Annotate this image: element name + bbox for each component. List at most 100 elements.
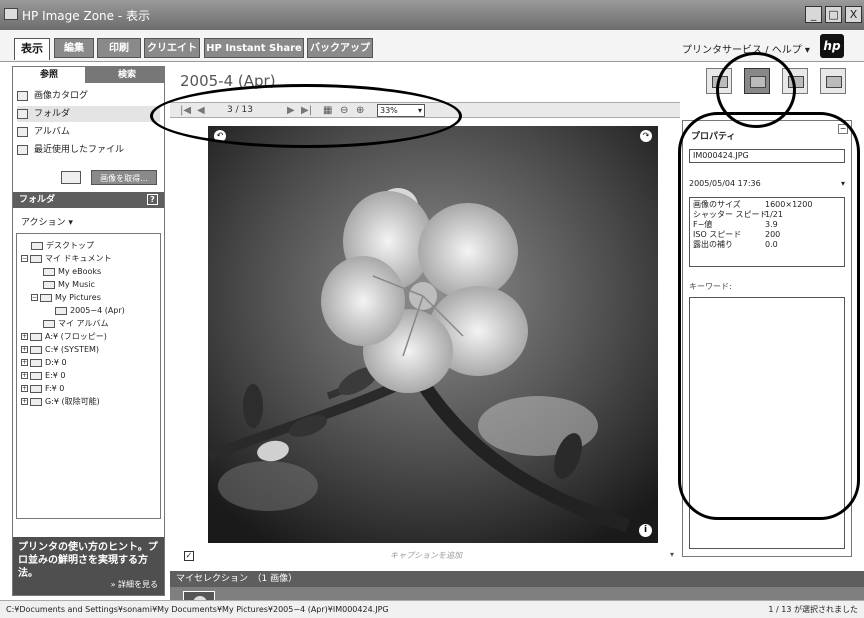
- collapse-button[interactable]: −: [838, 124, 848, 134]
- exif-label: ISO スピード: [693, 230, 742, 239]
- tree-node-label: G:¥ (取除可能): [45, 397, 100, 406]
- fullscreen-view-icon[interactable]: [782, 68, 808, 94]
- tree-node[interactable]: − マイ ドキュメント: [21, 253, 112, 265]
- tree-node[interactable]: − My Pictures: [31, 292, 101, 304]
- tree-expander-icon[interactable]: +: [21, 346, 28, 353]
- zoom-out-icon[interactable]: ⊖: [340, 105, 348, 116]
- grid-icon[interactable]: ▦: [323, 105, 332, 116]
- tree-expander-icon[interactable]: −: [31, 294, 38, 301]
- keyword-label: キーワード:: [689, 282, 732, 291]
- action-menu[interactable]: アクション ▾: [21, 215, 73, 228]
- keyword-textarea[interactable]: [689, 297, 845, 549]
- tree-node[interactable]: + C:¥ (SYSTEM): [21, 344, 99, 356]
- folder-icon: [43, 319, 55, 328]
- zoom-select[interactable]: 33%: [377, 104, 425, 117]
- status-bar: C:¥Documents and Settings¥sonami¥My Docu…: [0, 600, 864, 618]
- prev-image-button[interactable]: ◀: [197, 105, 205, 116]
- tree-node[interactable]: マイ アルバム: [43, 318, 108, 330]
- info-icon[interactable]: i: [639, 524, 652, 537]
- exif-value: 200: [765, 230, 781, 239]
- catalog-icon: [17, 90, 28, 101]
- tree-node-label: My eBooks: [58, 267, 102, 276]
- tree-expander-icon[interactable]: +: [21, 385, 28, 392]
- tree-node-label: D:¥ 0: [45, 358, 67, 367]
- help-menu[interactable]: プリンタサービス / ヘルプ ▾: [682, 41, 810, 56]
- tab-create[interactable]: クリエイト: [144, 38, 200, 58]
- tab-browse[interactable]: 参照: [13, 67, 85, 83]
- thumbnail-view-icon[interactable]: [706, 68, 732, 94]
- zoom-in-icon[interactable]: ⊕: [356, 105, 364, 116]
- tree-expander-icon[interactable]: +: [21, 359, 28, 366]
- date-dropdown-arrow[interactable]: ▾: [841, 179, 845, 188]
- exif-label: シャッター スピード: [693, 210, 768, 219]
- status-path: C:¥Documents and Settings¥sonami¥My Docu…: [6, 605, 389, 614]
- tree-node-label: F:¥ 0: [45, 384, 65, 393]
- tree-node[interactable]: My Music: [43, 279, 95, 291]
- nav-image-catalog[interactable]: 画像カタログ: [17, 88, 88, 104]
- exif-table: 画像のサイズ 1600×1200 シャッター スピード 1/21 F−値 3.9 ISO ス…: [689, 197, 845, 267]
- tree-expander-icon[interactable]: −: [21, 255, 28, 262]
- rotate-right-icon[interactable]: ↷: [640, 130, 652, 142]
- single-image-view-icon[interactable]: [744, 68, 770, 94]
- hint-text: プリンタの使い方のヒント。プロ並みの鮮明さを実現する方法。: [18, 542, 158, 579]
- nav-recent-files[interactable]: 最近使用したファイル: [17, 142, 124, 158]
- tree-node[interactable]: デスクトップ: [31, 240, 94, 252]
- tab-print[interactable]: 印刷: [97, 38, 141, 58]
- tree-node[interactable]: My eBooks: [43, 266, 101, 278]
- nav-label: フォルダ: [34, 109, 71, 119]
- next-image-button[interactable]: ▶: [287, 105, 295, 116]
- exif-row: ISO スピード 200: [693, 230, 841, 240]
- folder-panel-header: フォルダ ?: [13, 192, 164, 208]
- tree-node-label: E:¥ 0: [45, 371, 66, 380]
- tree-node[interactable]: 2005−4 (Apr): [55, 305, 125, 317]
- caption-input[interactable]: キャプションを追加: [390, 550, 462, 561]
- help-icon[interactable]: ?: [147, 194, 158, 205]
- last-image-button[interactable]: ▶|: [301, 105, 312, 116]
- caption-checkbox[interactable]: ✓: [184, 551, 194, 561]
- printer-hint-box: プリンタの使い方のヒント。プロ並みの鮮明さを実現する方法。 » 詳細を見る: [13, 537, 164, 595]
- exif-value: 1600×1200: [765, 200, 813, 209]
- main-area: 2005-4 (Apr) |◀ ◀ 3 / 13 ▶ ▶| ▦ ⊖ ⊕ 33%: [170, 62, 864, 618]
- tab-backup[interactable]: バックアップ: [307, 38, 373, 58]
- tab-instant-share[interactable]: HP Instant Share: [204, 38, 304, 58]
- tree-node[interactable]: + E:¥ 0: [21, 370, 65, 382]
- minimize-button[interactable]: _: [805, 6, 822, 23]
- tree-node-label: 2005−4 (Apr): [70, 306, 125, 315]
- nav-label: 画像カタログ: [34, 91, 89, 101]
- tree-node[interactable]: + D:¥ 0: [21, 357, 67, 369]
- hint-more-link[interactable]: » 詳細を見る: [111, 578, 158, 591]
- slideshow-view-icon[interactable]: [820, 68, 846, 94]
- folder-icon: [43, 280, 55, 289]
- close-button[interactable]: X: [845, 6, 862, 23]
- tree-node[interactable]: + F:¥ 0: [21, 383, 64, 395]
- filename-field[interactable]: IM000424.JPG: [689, 149, 845, 163]
- properties-panel: プロパティ − IM000424.JPG 2005/05/04 17:36 ▾ …: [682, 120, 852, 557]
- nav-label: アルバム: [34, 127, 70, 137]
- nav-folders[interactable]: フォルダ: [17, 106, 160, 122]
- rotate-left-icon[interactable]: ↶: [214, 130, 226, 142]
- folder-icon: [30, 397, 42, 406]
- exif-row: F−値 3.9: [693, 220, 841, 230]
- tab-view[interactable]: 表示: [14, 38, 50, 60]
- app-icon: [4, 8, 18, 20]
- caption-dropdown-arrow[interactable]: ▾: [670, 550, 674, 559]
- nav-albums[interactable]: アルバム: [17, 124, 70, 140]
- recent-files-icon: [17, 144, 28, 155]
- tree-node[interactable]: + A:¥ (フロッピー): [21, 331, 107, 343]
- selection-bar: マイセレクション （1 画像）: [170, 571, 864, 587]
- photo-preview[interactable]: ↶ ↷ i: [208, 126, 658, 543]
- get-images-button[interactable]: 画像を取得...: [91, 170, 157, 185]
- flower-photo: [208, 126, 658, 543]
- maximize-button[interactable]: □: [825, 6, 842, 23]
- tab-search[interactable]: 検索: [91, 67, 163, 83]
- title-bar: HP Image Zone - 表示 _ □ X: [0, 0, 864, 30]
- folder-icon: [30, 384, 42, 393]
- tree-expander-icon[interactable]: +: [21, 333, 28, 340]
- tree-expander-icon[interactable]: +: [21, 398, 28, 405]
- first-image-button[interactable]: |◀: [180, 105, 191, 116]
- tree-node[interactable]: + G:¥ (取除可能): [21, 396, 100, 408]
- folder-icon: [30, 371, 42, 380]
- tree-expander-icon[interactable]: +: [21, 372, 28, 379]
- tab-edit[interactable]: 編集: [54, 38, 94, 58]
- tree-node-label: My Pictures: [55, 293, 101, 302]
